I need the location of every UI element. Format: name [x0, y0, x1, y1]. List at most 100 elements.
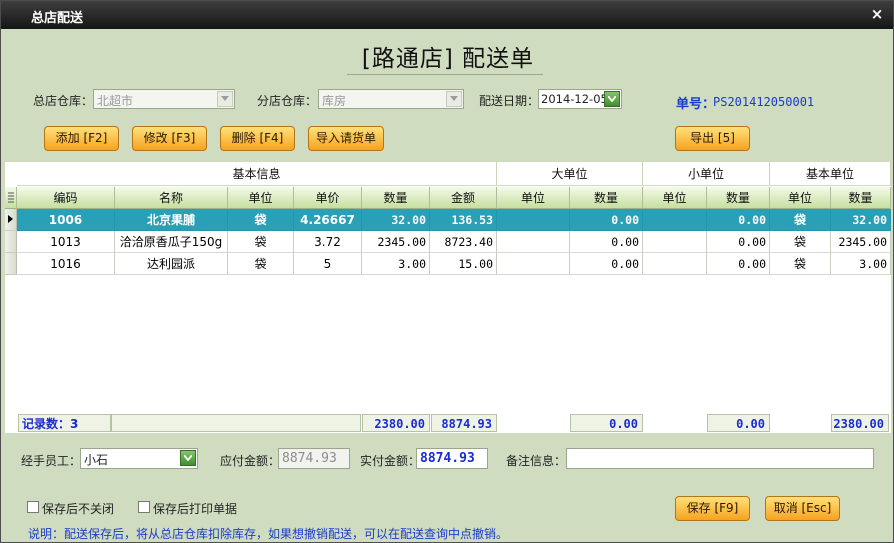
- cell-base-qty[interactable]: 3.00: [831, 253, 891, 275]
- cell-big-unit[interactable]: [497, 253, 570, 275]
- cell-code[interactable]: 1016: [17, 253, 115, 275]
- hq-warehouse-select[interactable]: 北超市: [93, 89, 235, 109]
- cell-big-unit[interactable]: [497, 209, 570, 231]
- col-header-qty[interactable]: 数量: [362, 187, 430, 209]
- payable-amount-value: 8874.93: [282, 451, 337, 466]
- remark-label: 备注信息：: [506, 454, 567, 468]
- doc-number-value: PS201412050001: [713, 95, 815, 109]
- hq-warehouse-value: 北超市: [97, 94, 134, 108]
- branch-warehouse-select[interactable]: 库房: [318, 89, 464, 109]
- footer-base-qty-total: 2380.00: [831, 414, 889, 432]
- edit-button[interactable]: 修改 [F3]: [132, 126, 207, 151]
- chevron-down-icon[interactable]: [446, 91, 462, 107]
- row-indicator-header: [5, 187, 17, 209]
- cell-price[interactable]: 5: [294, 253, 362, 275]
- cell-small-qty[interactable]: 0.00: [707, 253, 770, 275]
- export-button[interactable]: 导出 [5]: [675, 126, 750, 151]
- cell-small-qty[interactable]: 0.00: [707, 209, 770, 231]
- save-button[interactable]: 保存 [F9]: [675, 496, 750, 521]
- group-header-small-unit: 小单位: [643, 162, 770, 186]
- close-icon[interactable]: ×: [869, 5, 885, 23]
- keep-open-checkbox[interactable]: [27, 501, 39, 513]
- cell-big-unit[interactable]: [497, 231, 570, 253]
- window-title: 总店配送: [31, 11, 84, 26]
- delete-button[interactable]: 删除 [F4]: [220, 126, 295, 151]
- col-header-big-unit[interactable]: 单位: [497, 187, 570, 209]
- cell-code[interactable]: 1006: [17, 209, 115, 231]
- paid-amount-value: 8874.93: [420, 451, 475, 466]
- chevron-down-icon[interactable]: [217, 91, 233, 107]
- record-count: 记录数：3: [18, 414, 111, 432]
- cell-unit[interactable]: 袋: [228, 231, 294, 253]
- keep-open-label[interactable]: 保存后不关闭: [42, 500, 114, 517]
- chevron-down-icon[interactable]: [180, 450, 196, 466]
- handler-select[interactable]: 小石: [80, 448, 198, 469]
- doc-number-label: 单号：: [676, 97, 716, 112]
- cell-price[interactable]: 4.26667: [294, 209, 362, 231]
- cell-qty[interactable]: 2345.00: [362, 231, 430, 253]
- cell-small-unit[interactable]: [643, 253, 707, 275]
- cell-small-unit[interactable]: [643, 209, 707, 231]
- footer-big-qty-total: 0.00: [570, 414, 643, 432]
- cell-big-qty[interactable]: 0.00: [570, 231, 643, 253]
- print-after-save-label[interactable]: 保存后打印单据: [153, 500, 237, 517]
- date-value: 2014-12-05: [541, 92, 608, 106]
- cell-qty[interactable]: 3.00: [362, 253, 430, 275]
- cell-unit[interactable]: 袋: [228, 253, 294, 275]
- col-header-price[interactable]: 单价: [294, 187, 362, 209]
- cell-qty[interactable]: 32.00: [362, 209, 430, 231]
- cell-base-unit[interactable]: 袋: [770, 231, 831, 253]
- cell-name[interactable]: 洽洽原香瓜子150g: [115, 231, 228, 253]
- footer-qty-total: 2380.00: [362, 414, 430, 432]
- cell-unit[interactable]: 袋: [228, 209, 294, 231]
- title-underline: [347, 74, 543, 75]
- col-header-unit[interactable]: 单位: [228, 187, 294, 209]
- col-header-base-unit[interactable]: 单位: [770, 187, 831, 209]
- help-note: 说明：配送保存后，将从总店仓库扣除库存，如果想撤销配送，可以在配送查询中点撤销。: [28, 527, 509, 541]
- cell-name[interactable]: 达利园派: [115, 253, 228, 275]
- row-selector[interactable]: [5, 231, 17, 253]
- row-selector[interactable]: [5, 209, 17, 231]
- branch-warehouse-label: 分店仓库：: [257, 94, 318, 108]
- row-selector[interactable]: [5, 253, 17, 275]
- col-header-small-qty[interactable]: 数量: [707, 187, 770, 209]
- chevron-down-icon[interactable]: [604, 91, 620, 107]
- date-picker[interactable]: 2014-12-05: [538, 89, 622, 109]
- date-label: 配送日期：: [479, 94, 540, 108]
- footer-small-qty-total: 0.00: [707, 414, 770, 432]
- col-header-amount[interactable]: 金额: [430, 187, 497, 209]
- remark-input[interactable]: [566, 448, 874, 469]
- add-button[interactable]: 添加 [F2]: [44, 126, 119, 151]
- cell-amount[interactable]: 136.53: [430, 209, 497, 231]
- cell-price[interactable]: 3.72: [294, 231, 362, 253]
- paid-amount-input[interactable]: 8874.93: [416, 448, 488, 469]
- cell-amount[interactable]: 15.00: [430, 253, 497, 275]
- cell-base-unit[interactable]: 袋: [770, 209, 831, 231]
- col-header-base-qty[interactable]: 数量: [831, 187, 891, 209]
- cell-code[interactable]: 1013: [17, 231, 115, 253]
- col-header-code[interactable]: 编码: [17, 187, 115, 209]
- print-after-save-checkbox[interactable]: [138, 501, 150, 513]
- cell-small-unit[interactable]: [643, 231, 707, 253]
- dialog-window: 总店配送 × [路通店] 配送单 总店仓库： 北超市 分店仓库： 库房 配送日期…: [0, 0, 894, 543]
- group-header-base-unit: 基本单位: [770, 162, 891, 186]
- col-header-small-unit[interactable]: 单位: [643, 187, 707, 209]
- paid-label: 实付金额：: [360, 454, 421, 468]
- cell-base-qty[interactable]: 2345.00: [831, 231, 891, 253]
- cancel-button[interactable]: 取消 [Esc]: [765, 496, 840, 521]
- cell-small-qty[interactable]: 0.00: [707, 231, 770, 253]
- cell-base-unit[interactable]: 袋: [770, 253, 831, 275]
- import-request-button[interactable]: 导入请货单: [308, 126, 384, 151]
- items-grid: 基本信息 大单位 小单位 基本单位 编码 名称 单位 单价 数量 金额 单位 数…: [5, 162, 891, 433]
- cell-amount[interactable]: 8723.40: [430, 231, 497, 253]
- handler-label: 经手员工：: [21, 454, 82, 468]
- footer-amount-total: 8874.93: [431, 414, 497, 432]
- cell-big-qty[interactable]: 0.00: [570, 209, 643, 231]
- col-header-name[interactable]: 名称: [115, 187, 228, 209]
- cell-big-qty[interactable]: 0.00: [570, 253, 643, 275]
- cell-base-qty[interactable]: 32.00: [831, 209, 891, 231]
- handler-value: 小石: [84, 453, 109, 467]
- branch-warehouse-value: 库房: [322, 94, 347, 108]
- col-header-big-qty[interactable]: 数量: [570, 187, 643, 209]
- cell-name[interactable]: 北京果脯: [115, 209, 228, 231]
